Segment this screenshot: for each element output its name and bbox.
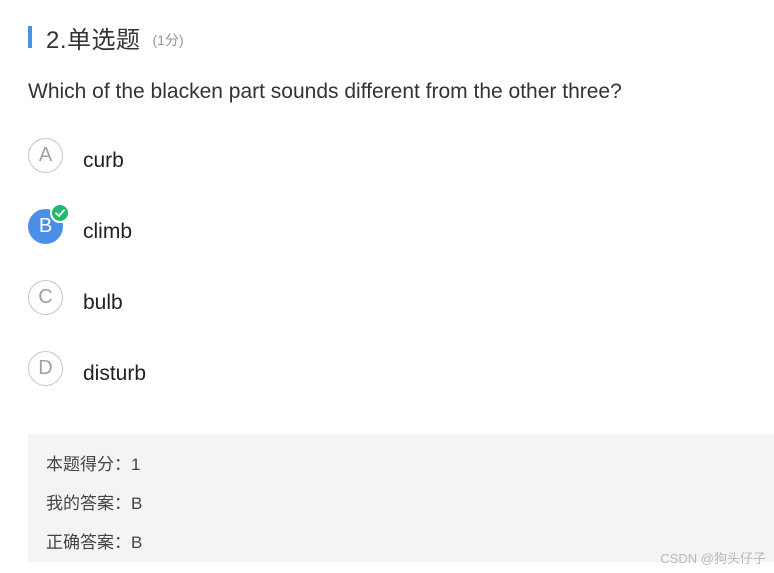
correct-answer-line: 正确答案：B bbox=[46, 533, 143, 552]
option-c[interactable]: C bulb bbox=[28, 280, 428, 320]
option-d[interactable]: D disturb bbox=[28, 351, 428, 391]
question-score: (1分) bbox=[152, 32, 184, 48]
option-letter-badge: A bbox=[28, 138, 63, 173]
option-letter-badge: C bbox=[28, 280, 63, 315]
option-text: bulb bbox=[83, 291, 123, 314]
check-icon bbox=[50, 203, 70, 223]
option-letter-badge: D bbox=[28, 351, 63, 386]
option-text: curb bbox=[83, 149, 124, 172]
question-stem: Which of the blacken part sounds differe… bbox=[28, 80, 622, 103]
question-header: 2.单选题 (1分) bbox=[28, 22, 184, 54]
answer-result-panel: 本题得分：1 我的答案：B 正确答案：B bbox=[28, 434, 774, 562]
title-accent-bar bbox=[28, 26, 32, 48]
my-answer-line: 我的答案：B bbox=[46, 494, 143, 513]
option-text: climb bbox=[83, 220, 133, 243]
question-title: 2.单选题 bbox=[46, 26, 141, 54]
option-a[interactable]: A curb bbox=[28, 138, 428, 178]
watermark: CSDN @狗头仔子 bbox=[660, 551, 766, 566]
score-line: 本题得分：1 bbox=[46, 455, 141, 474]
option-text: disturb bbox=[83, 362, 147, 385]
option-b[interactable]: B climb bbox=[28, 203, 428, 249]
